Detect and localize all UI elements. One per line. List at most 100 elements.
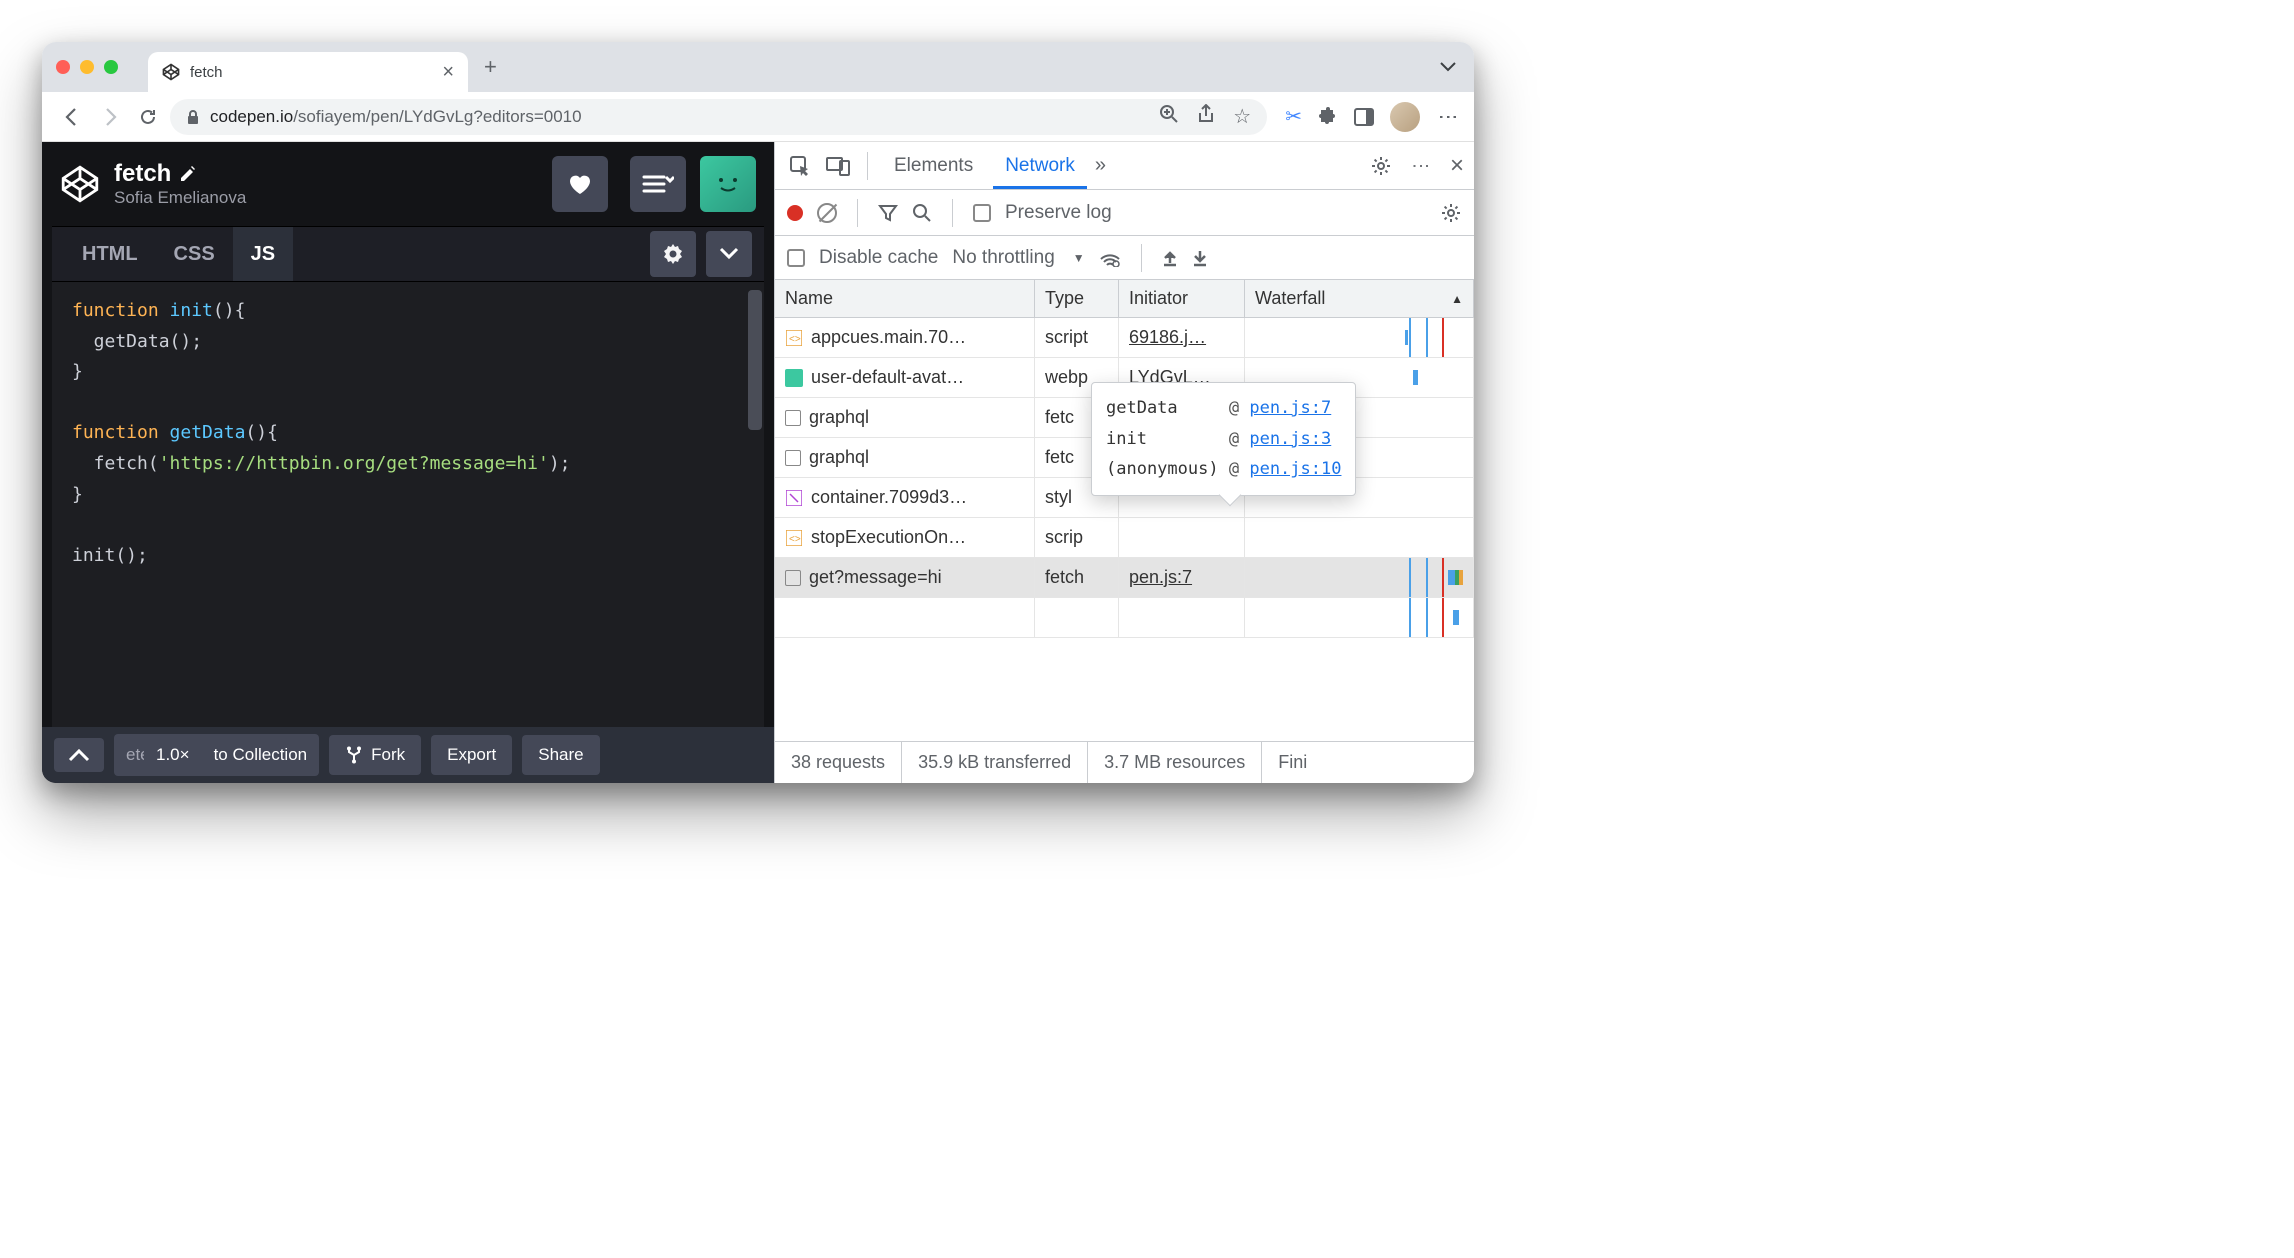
close-tab-icon[interactable]: × (442, 62, 454, 82)
zoom-collection-group: ete 1.0× to Collection (114, 734, 319, 776)
inspect-element-icon[interactable] (785, 155, 815, 177)
codepen-favicon-icon (162, 63, 180, 81)
preserve-log-checkbox[interactable] (973, 204, 991, 222)
user-avatar[interactable] (700, 156, 756, 212)
devtools-settings-icon[interactable] (1370, 155, 1392, 177)
col-waterfall[interactable]: Waterfall▲ (1245, 280, 1474, 317)
codepen-logo-icon[interactable] (60, 164, 100, 204)
address-bar[interactable]: codepen.io/sofiayem/pen/LYdGvLg?editors=… (170, 99, 1267, 135)
scrollbar-thumb[interactable] (748, 290, 762, 430)
url-text: codepen.io/sofiayem/pen/LYdGvLg?editors=… (210, 107, 582, 127)
network-settings-icon[interactable] (1440, 202, 1462, 224)
tabs-dropdown-icon[interactable] (1440, 62, 1456, 72)
tooltip-link[interactable]: pen.js:7 (1249, 398, 1331, 418)
col-initiator[interactable]: Initiator (1119, 280, 1245, 317)
codepen-footer: ete 1.0× to Collection Fork Export Share (42, 727, 774, 783)
zoom-level[interactable]: 1.0× (144, 745, 202, 765)
network-table-body: <>appcues.main.70… script 69186.j… user-… (775, 318, 1474, 741)
preserve-log-label: Preserve log (1005, 202, 1112, 224)
col-name[interactable]: Name (775, 280, 1035, 317)
tab-title: fetch (190, 64, 432, 81)
bookmark-icon[interactable]: ☆ (1233, 104, 1251, 129)
tooltip-link[interactable]: pen.js:10 (1249, 459, 1341, 479)
pen-author[interactable]: Sofia Emelianova (114, 188, 530, 208)
window-controls (56, 60, 118, 74)
tab-html[interactable]: HTML (64, 227, 156, 281)
tab-css[interactable]: CSS (156, 227, 233, 281)
more-tabs-icon[interactable]: » (1095, 154, 1106, 177)
image-file-icon (785, 369, 803, 387)
initiator-tooltip: getData @ pen.js:7 init @ pen.js:3 (anon… (1091, 382, 1356, 496)
script-file-icon: <> (785, 329, 803, 347)
editor-tabs: HTML CSS JS (52, 226, 764, 282)
share-button[interactable]: Share (522, 735, 599, 775)
lock-icon (186, 109, 200, 125)
network-toolbar: Preserve log (775, 190, 1474, 236)
devtools-panel: Elements Network » ⋮ × Preserve log (774, 142, 1474, 783)
table-row[interactable]: get?message=hi fetch pen.js:7 (775, 558, 1474, 598)
fork-button[interactable]: Fork (329, 735, 421, 775)
tab-elements[interactable]: Elements (882, 142, 985, 189)
tooltip-link[interactable]: pen.js:3 (1249, 429, 1331, 449)
scissors-icon[interactable]: ✂ (1285, 104, 1302, 129)
status-resources: 3.7 MB resources (1088, 742, 1262, 783)
back-button[interactable] (56, 101, 88, 133)
clear-button[interactable] (817, 203, 837, 223)
table-row[interactable]: <>stopExecutionOn… scrip (775, 518, 1474, 558)
network-toolbar-2: Disable cache No throttling▼ (775, 236, 1474, 280)
panel-settings-button[interactable] (650, 231, 696, 277)
collection-button[interactable]: to Collection (202, 745, 320, 765)
sidepanel-icon[interactable] (1354, 108, 1374, 126)
disable-cache-label: Disable cache (819, 247, 938, 269)
script-file-icon: <> (785, 529, 803, 547)
maximize-window-icon[interactable] (104, 60, 118, 74)
export-har-icon[interactable] (1192, 249, 1208, 267)
device-toolbar-icon[interactable] (823, 156, 853, 176)
forward-button[interactable] (94, 101, 126, 133)
svg-text:<>: <> (789, 534, 801, 545)
editor-settings-button[interactable] (630, 156, 686, 212)
import-har-icon[interactable] (1162, 249, 1178, 267)
codepen-header: fetch Sofia Emelianova (42, 142, 774, 226)
browser-menu-icon[interactable]: ⋮ (1436, 107, 1460, 127)
pen-title: fetch (114, 160, 530, 188)
reload-button[interactable] (132, 101, 164, 133)
close-devtools-icon[interactable]: × (1450, 152, 1464, 180)
status-transferred: 35.9 kB transferred (902, 742, 1088, 783)
close-window-icon[interactable] (56, 60, 70, 74)
tab-js[interactable]: JS (233, 227, 293, 281)
col-type[interactable]: Type (1035, 280, 1119, 317)
zoom-partial[interactable]: ete (114, 745, 144, 765)
extensions-icon[interactable] (1318, 107, 1338, 127)
export-button[interactable]: Export (431, 735, 512, 775)
search-icon[interactable] (912, 203, 932, 223)
devtools-tabs: Elements Network » ⋮ × (775, 142, 1474, 190)
network-conditions-icon[interactable] (1099, 249, 1121, 267)
tab-network[interactable]: Network (993, 142, 1087, 189)
filter-icon[interactable] (878, 204, 898, 222)
network-status-bar: 38 requests 35.9 kB transferred 3.7 MB r… (775, 741, 1474, 783)
browser-tab[interactable]: fetch × (148, 52, 468, 92)
codepen-app: fetch Sofia Emelianova HTML CSS JS (42, 142, 774, 783)
record-button[interactable] (787, 205, 803, 221)
toolbar: codepen.io/sofiayem/pen/LYdGvLg?editors=… (42, 92, 1474, 142)
table-row[interactable]: <>appcues.main.70… script 69186.j… (775, 318, 1474, 358)
edit-pencil-icon[interactable] (179, 165, 197, 183)
devtools-menu-icon[interactable]: ⋮ (1410, 157, 1432, 175)
zoom-icon[interactable] (1159, 104, 1179, 124)
minimize-window-icon[interactable] (80, 60, 94, 74)
disable-cache-checkbox[interactable] (787, 249, 805, 267)
profile-avatar[interactable] (1390, 102, 1420, 132)
svg-text:<>: <> (789, 334, 801, 345)
like-button[interactable] (552, 156, 608, 212)
share-icon[interactable] (1197, 104, 1215, 124)
throttling-select[interactable]: No throttling▼ (952, 247, 1084, 269)
browser-window: fetch × + codepen.io/sofiayem/pen/LYdGvL… (42, 42, 1474, 783)
console-toggle-button[interactable] (54, 738, 104, 772)
status-requests: 38 requests (775, 742, 902, 783)
tab-strip: fetch × + (42, 42, 1474, 92)
panel-expand-button[interactable] (706, 231, 752, 277)
new-tab-button[interactable]: + (484, 54, 497, 80)
stylesheet-file-icon (785, 489, 803, 507)
code-editor[interactable]: function init(){ getData(); } function g… (52, 282, 764, 727)
